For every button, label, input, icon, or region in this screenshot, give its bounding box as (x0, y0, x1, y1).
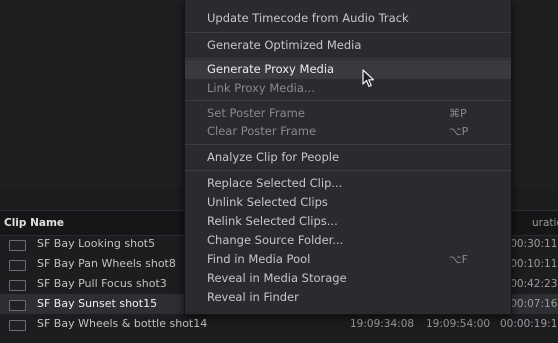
menu-item-generate-proxy-media[interactable]: Generate Proxy Media (185, 60, 511, 79)
clip-row[interactable]: SF Bay Wheels & bottle shot14 19:09:34:0… (0, 314, 558, 334)
clip-thumbnail-icon (9, 240, 26, 251)
clip-name: SF Bay Pull Focus shot3 (37, 277, 167, 290)
menu-item-generate-optimized-media[interactable]: Generate Optimized Media (185, 36, 511, 55)
clip-name: SF Bay Pan Wheels shot8 (37, 257, 176, 270)
menu-item-analyze-clip-for-people[interactable]: Analyze Clip for People (185, 148, 511, 167)
clip-thumbnail-icon (9, 280, 26, 291)
menu-separator (185, 170, 511, 171)
menu-item-update-timecode[interactable]: Update Timecode from Audio Track (185, 9, 511, 28)
menu-separator (185, 144, 511, 145)
menu-item-reveal-in-finder[interactable]: Reveal in Finder (185, 288, 511, 307)
menu-item-label: Reveal in Finder (207, 290, 299, 304)
menu-separator (185, 32, 511, 33)
clip-end-tc: 19:09:54:00 (426, 318, 491, 330)
menu-item-shortcut: ⌥F (449, 253, 469, 266)
menu-item-label: Reveal in Media Storage (207, 271, 347, 285)
menu-item-label: Link Proxy Media... (207, 81, 315, 95)
menu-item-label: Generate Proxy Media (207, 62, 335, 76)
menu-separator (185, 58, 511, 59)
clip-thumbnail-icon (9, 260, 26, 271)
clip-name: SF Bay Looking shot5 (37, 237, 156, 250)
menu-item-label: Find in Media Pool (207, 252, 311, 266)
menu-item-relink-selected-clips[interactable]: Relink Selected Clips... (185, 212, 511, 231)
menu-item-link-proxy-media[interactable]: Link Proxy Media... (185, 79, 511, 98)
menu-separator (185, 100, 511, 101)
menu-item-label: Update Timecode from Audio Track (207, 11, 409, 25)
menu-item-label: Analyze Clip for People (207, 150, 340, 164)
menu-item-label: Change Source Folder... (207, 233, 344, 247)
menu-item-label: Set Poster Frame (207, 106, 305, 120)
clip-duration: 00:00:19:16 (500, 318, 558, 330)
menu-item-label: Relink Selected Clips... (207, 214, 338, 228)
menu-item-label: Clear Poster Frame (207, 124, 317, 138)
media-pool-window: Clip Name uration SF Bay Looking shot5 0… (0, 0, 558, 343)
clip-thumbnail-icon (9, 300, 26, 311)
menu-item-replace-selected-clip[interactable]: Replace Selected Clip... (185, 174, 511, 193)
menu-item-shortcut: ⌘P (449, 107, 467, 120)
menu-item-reveal-in-media-storage[interactable]: Reveal in Media Storage (185, 269, 511, 288)
menu-item-label: Unlink Selected Clips (207, 195, 328, 209)
clip-name: SF Bay Sunset shot15 (37, 297, 158, 310)
clip-context-menu: Update Timecode from Audio Track Generat… (184, 0, 512, 315)
column-header-duration[interactable]: uration (532, 217, 558, 229)
menu-item-clear-poster-frame[interactable]: Clear Poster Frame ⌥P (185, 122, 511, 141)
menu-item-find-in-media-pool[interactable]: Find in Media Pool ⌥F (185, 250, 511, 269)
menu-item-change-source-folder[interactable]: Change Source Folder... (185, 231, 511, 250)
menu-item-label: Generate Optimized Media (207, 38, 362, 52)
menu-item-shortcut: ⌥P (449, 125, 469, 138)
clip-thumbnail-icon (9, 320, 26, 331)
column-header-clip-name[interactable]: Clip Name (4, 217, 64, 229)
mouse-pointer-icon (362, 69, 375, 88)
clip-start-tc: 19:09:34:08 (350, 318, 415, 330)
menu-item-unlink-selected-clips[interactable]: Unlink Selected Clips (185, 193, 511, 212)
clip-name: SF Bay Wheels & bottle shot14 (37, 317, 208, 330)
menu-item-label: Replace Selected Clip... (207, 176, 343, 190)
menu-item-set-poster-frame[interactable]: Set Poster Frame ⌘P (185, 104, 511, 123)
